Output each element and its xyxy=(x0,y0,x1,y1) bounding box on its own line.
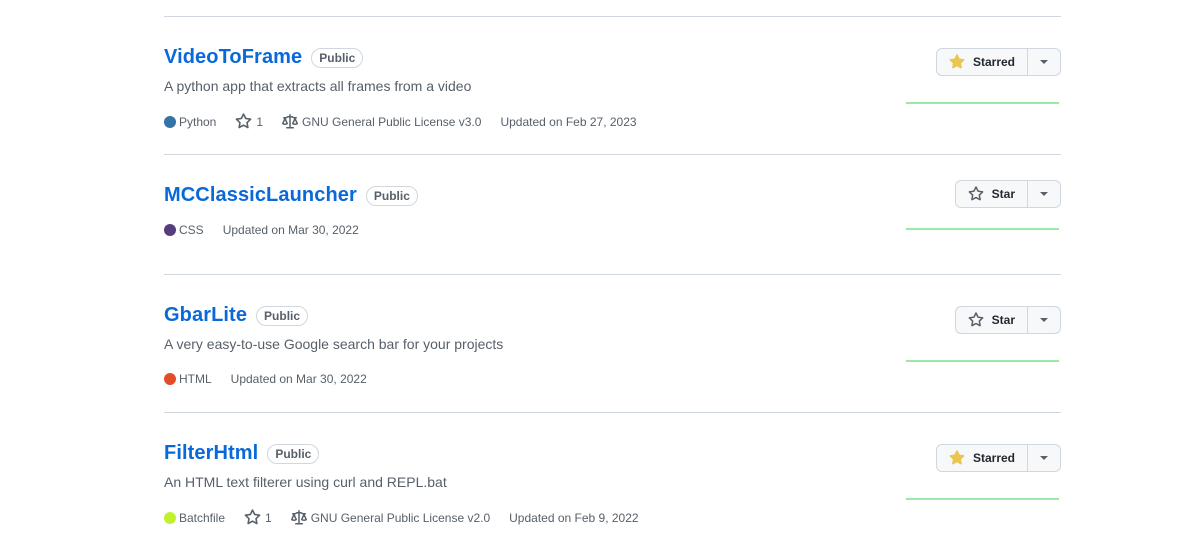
repo-list-item: MCClassicLauncher Public CSS Updated on … xyxy=(164,180,1061,275)
repo-description: A very easy-to-use Google search bar for… xyxy=(164,336,504,352)
language-item: Python xyxy=(164,115,216,129)
star-button-group: Star xyxy=(954,180,1061,208)
repo-list-item: VideoToFrame Public A python app that ex… xyxy=(164,46,1061,155)
updated-item: Updated on Feb 9, 2022 xyxy=(509,511,638,525)
updated-item: Updated on Mar 30, 2022 xyxy=(231,372,367,386)
repo-title-row: GbarLite Public xyxy=(164,304,309,327)
activity-sparkline xyxy=(906,498,1059,500)
license-label: GNU General Public License v3.0 xyxy=(302,114,482,129)
stargazers-link[interactable]: 1 xyxy=(235,113,263,130)
star-count: 1 xyxy=(256,114,264,129)
law-scale-icon xyxy=(290,509,307,524)
repo-meta: Python 1 GNU General Public License v3.0… xyxy=(164,113,656,130)
star-outline-icon xyxy=(968,312,984,327)
language-label: Python xyxy=(179,114,217,129)
repo-divider xyxy=(164,412,1061,413)
license-item: GNU General Public License v3.0 xyxy=(282,113,482,130)
repo-meta: CSS Updated on Mar 30, 2022 xyxy=(164,223,378,237)
activity-sparkline xyxy=(906,360,1059,362)
language-label: Batchfile xyxy=(179,510,226,525)
language-color-dot xyxy=(164,511,176,524)
repo-title-row: FilterHtml Public xyxy=(164,442,320,465)
star-button[interactable]: Star xyxy=(954,180,1028,208)
repo-name-link[interactable]: FilterHtml xyxy=(164,442,258,465)
list-top-divider xyxy=(164,16,1061,17)
visibility-badge: Public xyxy=(365,185,418,206)
star-count: 1 xyxy=(265,510,272,525)
star-button-group: Starred xyxy=(935,444,1061,472)
repo-divider xyxy=(164,154,1061,155)
repo-list-item: FilterHtml Public An HTML text filterer … xyxy=(164,442,1061,537)
language-color-dot xyxy=(164,115,176,128)
star-lists-dropdown-button[interactable] xyxy=(1028,180,1061,208)
updated-item: Updated on Mar 30, 2022 xyxy=(223,223,359,237)
star-filled-icon xyxy=(949,54,965,69)
language-color-dot xyxy=(164,373,176,385)
law-scale-icon xyxy=(282,113,299,128)
star-outline-icon xyxy=(244,509,261,525)
activity-sparkline xyxy=(906,102,1059,104)
triangle-down-icon xyxy=(1040,192,1048,196)
star-button-label: Starred xyxy=(972,451,1015,465)
stargazers-link[interactable]: 1 xyxy=(244,509,272,526)
language-color-dot xyxy=(164,224,176,236)
updated-label: Updated on Feb 9, 2022 xyxy=(509,510,639,525)
triangle-down-icon xyxy=(1040,60,1048,64)
repo-title-row: MCClassicLauncher Public xyxy=(164,184,418,207)
language-item: Batchfile xyxy=(164,511,225,525)
star-outline-icon xyxy=(968,186,984,201)
star-lists-dropdown-button[interactable] xyxy=(1028,444,1061,472)
star-button-label: Star xyxy=(991,313,1015,327)
repo-description: A python app that extracts all frames fr… xyxy=(164,78,472,94)
star-lists-dropdown-button[interactable] xyxy=(1028,306,1061,334)
updated-label: Updated on Mar 30, 2022 xyxy=(230,372,367,386)
triangle-down-icon xyxy=(1040,318,1048,322)
language-label: HTML xyxy=(179,372,212,386)
activity-sparkline xyxy=(906,228,1059,230)
star-button-group: Starred xyxy=(935,48,1061,76)
license-item: GNU General Public License v2.0 xyxy=(290,509,491,526)
repo-divider xyxy=(164,274,1061,275)
repo-meta: HTML Updated on Mar 30, 2022 xyxy=(164,372,386,386)
unstar-button[interactable]: Starred xyxy=(935,48,1028,76)
star-button-label: Star xyxy=(991,187,1015,201)
visibility-badge: Public xyxy=(311,47,364,68)
repo-list-item: GbarLite Public A very easy-to-use Googl… xyxy=(164,304,1061,413)
star-button-label: Starred xyxy=(972,55,1015,69)
updated-label: Updated on Mar 30, 2022 xyxy=(222,223,359,237)
star-filled-icon xyxy=(949,450,965,465)
repo-title-row: VideoToFrame Public xyxy=(164,46,364,69)
visibility-badge: Public xyxy=(256,305,309,326)
repo-description: An HTML text filterer using curl and REP… xyxy=(164,474,447,490)
repo-meta: Batchfile 1 GNU General Public License v… xyxy=(164,509,658,526)
language-item: HTML xyxy=(164,372,212,386)
triangle-down-icon xyxy=(1040,456,1048,460)
star-button[interactable]: Star xyxy=(954,306,1028,334)
star-outline-icon xyxy=(235,113,252,129)
star-lists-dropdown-button[interactable] xyxy=(1028,48,1061,76)
repo-name-link[interactable]: VideoToFrame xyxy=(164,46,302,69)
unstar-button[interactable]: Starred xyxy=(935,444,1028,472)
repo-name-link[interactable]: MCClassicLauncher xyxy=(164,184,357,207)
updated-item: Updated on Feb 27, 2023 xyxy=(500,115,636,129)
visibility-badge: Public xyxy=(267,443,320,464)
language-item: CSS xyxy=(164,223,204,237)
star-button-group: Star xyxy=(954,306,1061,334)
repo-name-link[interactable]: GbarLite xyxy=(164,304,247,327)
language-label: CSS xyxy=(179,223,204,237)
license-label: GNU General Public License v2.0 xyxy=(310,510,491,525)
updated-label: Updated on Feb 27, 2023 xyxy=(500,114,637,129)
